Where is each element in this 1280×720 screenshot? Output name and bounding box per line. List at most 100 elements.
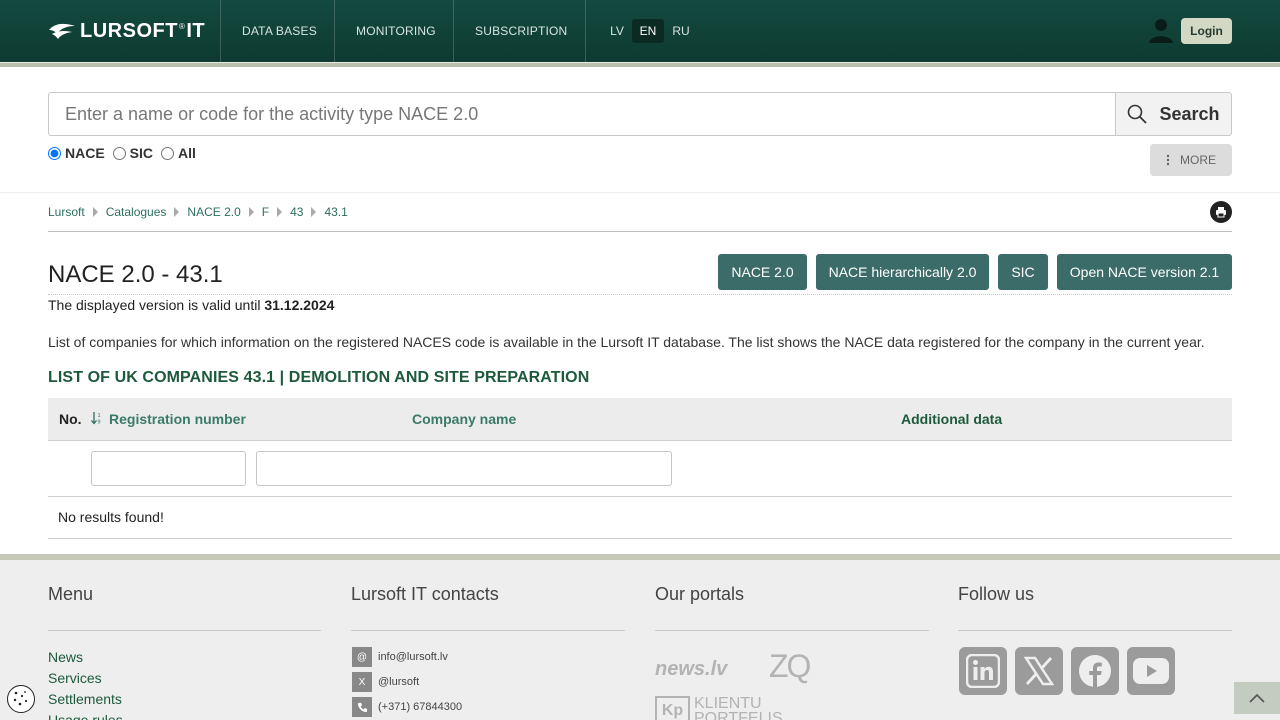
portal-klientu-text: KLIENTU PORTFELIS <box>694 696 783 720</box>
radio-all-input[interactable] <box>161 146 175 160</box>
search-button[interactable]: Search <box>1115 92 1232 136</box>
nav-monitoring[interactable]: MONITORING <box>356 24 436 38</box>
x-icon[interactable] <box>1015 647 1063 695</box>
radio-sic[interactable]: SIC <box>112 145 154 161</box>
divider <box>0 192 1280 193</box>
page-title: NACE 2.0 - 43.1 <box>48 261 223 288</box>
table-header: No. 1 9 Registration number Company name… <box>48 398 1232 441</box>
footer-link-settlements[interactable]: Settlements <box>48 691 122 707</box>
breadcrumb: Lursoft Catalogues NACE 2.0 F 43 43.1 <box>48 205 348 219</box>
footer-link-services[interactable]: Services <box>48 670 102 686</box>
chevron-up-icon <box>1249 693 1265 703</box>
radio-all-label: All <box>178 145 196 161</box>
lang-ru[interactable]: RU <box>669 19 693 43</box>
breadcrumb-arrow-icon <box>174 207 180 217</box>
footer-contacts-title: Lursoft IT contacts <box>351 584 499 604</box>
footer: Menu News Services Settlements Usage rul… <box>0 560 1280 720</box>
divider <box>48 294 1232 295</box>
x-icon: X <box>352 672 372 692</box>
open-nace-2-1-button[interactable]: Open NACE version 2.1 <box>1057 254 1232 290</box>
nav-separator <box>220 0 221 62</box>
divider <box>351 630 625 631</box>
breadcrumb-arrow-icon <box>277 207 283 217</box>
nav-separator <box>334 0 335 62</box>
sic-button[interactable]: SIC <box>998 254 1048 290</box>
company-name-filter-input[interactable] <box>256 451 672 486</box>
nav-subscription[interactable]: SUBSCRIPTION <box>475 24 567 38</box>
portal-zq[interactable]: ZQ <box>769 648 811 685</box>
breadcrumb-43[interactable]: 43 <box>290 205 303 219</box>
portal-news-lv[interactable]: news.lv <box>655 658 727 681</box>
breadcrumb-f[interactable]: F <box>262 205 269 219</box>
footer-menu-title: Menu <box>48 584 94 604</box>
contact-x-text: @lursoft <box>378 676 420 688</box>
header-underline <box>0 62 1280 67</box>
search-icon <box>1128 104 1148 124</box>
radio-sic-label: SIC <box>129 145 154 161</box>
facebook-icon[interactable] <box>1071 647 1119 695</box>
nace-2-0-button[interactable]: NACE 2.0 <box>718 254 807 290</box>
top-navigation-bar: LURSOFT ® IT DATA BASES MONITORING SUBSC… <box>0 0 1280 62</box>
table-row: No results found! <box>48 497 1232 539</box>
user-icon[interactable] <box>1147 16 1175 49</box>
breadcrumb-nace[interactable]: NACE 2.0 <box>187 205 240 219</box>
nav-data-bases[interactable]: DATA BASES <box>242 24 317 38</box>
breadcrumb-43-1[interactable]: 43.1 <box>324 205 347 219</box>
classification-radio-group: NACE SIC All <box>48 145 204 161</box>
list-title: LIST OF UK COMPANIES 43.1 | DEMOLITION A… <box>48 369 590 386</box>
youtube-icon[interactable] <box>1127 647 1175 695</box>
contact-x[interactable]: X @lursoft <box>352 672 419 692</box>
sort-icon[interactable]: 1 9 <box>91 411 103 430</box>
print-icon[interactable] <box>1210 201 1232 223</box>
lursoft-logo[interactable]: LURSOFT ® IT <box>48 20 205 42</box>
more-button[interactable]: MORE <box>1150 144 1232 176</box>
nav-separator <box>585 0 586 62</box>
radio-nace-input[interactable] <box>48 146 61 160</box>
breadcrumb-lursoft[interactable]: Lursoft <box>48 205 85 219</box>
divider <box>48 630 321 631</box>
registration-number-filter-input[interactable] <box>91 451 246 486</box>
linkedin-icon[interactable] <box>959 647 1007 695</box>
lang-lv[interactable]: LV <box>605 19 629 43</box>
search-button-label: Search <box>1159 103 1220 124</box>
breadcrumb-arrow-icon <box>311 207 317 217</box>
page-description: List of companies for which information … <box>48 334 1205 350</box>
kp-logo-icon: Kp <box>655 696 690 720</box>
contact-phone[interactable]: (+371) 67844300 <box>352 697 462 717</box>
at-icon: @ <box>352 647 372 667</box>
validity-text: The displayed version is valid until 31.… <box>48 297 334 313</box>
footer-portals-title: Our portals <box>655 584 745 604</box>
registered-mark: ® <box>178 21 186 31</box>
no-results-message: No results found! <box>58 509 164 525</box>
scroll-to-top-button[interactable] <box>1234 682 1280 714</box>
lang-en[interactable]: EN <box>632 19 664 43</box>
footer-follow-title: Follow us <box>958 584 1035 604</box>
nace-hierarchically-button[interactable]: NACE hierarchically 2.0 <box>816 254 989 290</box>
radio-all[interactable]: All <box>161 145 196 161</box>
phone-icon <box>352 697 372 717</box>
svg-text:9: 9 <box>98 420 101 426</box>
footer-link-news[interactable]: News <box>48 649 83 665</box>
radio-nace-label: NACE <box>65 145 105 161</box>
column-registration-number[interactable]: Registration number <box>109 411 246 427</box>
contact-phone-text: (+371) 67844300 <box>378 701 463 713</box>
breadcrumb-catalogues[interactable]: Catalogues <box>106 205 167 219</box>
column-additional-data: Additional data <box>901 411 1003 427</box>
breadcrumb-arrow-icon <box>248 207 254 217</box>
validity-prefix: The displayed version is valid until <box>48 297 261 313</box>
contact-email-text: info@lursoft.lv <box>378 651 448 663</box>
radio-nace[interactable]: NACE <box>48 145 105 161</box>
contact-email[interactable]: @ info@lursoft.lv <box>352 647 448 667</box>
login-button[interactable]: Login <box>1181 18 1232 44</box>
footer-link-usage-rules[interactable]: Usage rules <box>48 712 123 720</box>
divider <box>655 630 929 631</box>
column-company-name[interactable]: Company name <box>412 411 516 427</box>
cookie-settings-icon[interactable] <box>7 685 35 713</box>
nace-search-input[interactable] <box>48 92 1116 136</box>
logo-bird-icon <box>49 23 75 39</box>
logo-suffix: IT <box>186 19 206 42</box>
portal-klientu-portfelis[interactable]: Kp KLIENTU PORTFELIS <box>655 696 805 720</box>
divider <box>48 231 1232 232</box>
column-no: No. <box>59 411 82 427</box>
radio-sic-input[interactable] <box>112 146 126 160</box>
